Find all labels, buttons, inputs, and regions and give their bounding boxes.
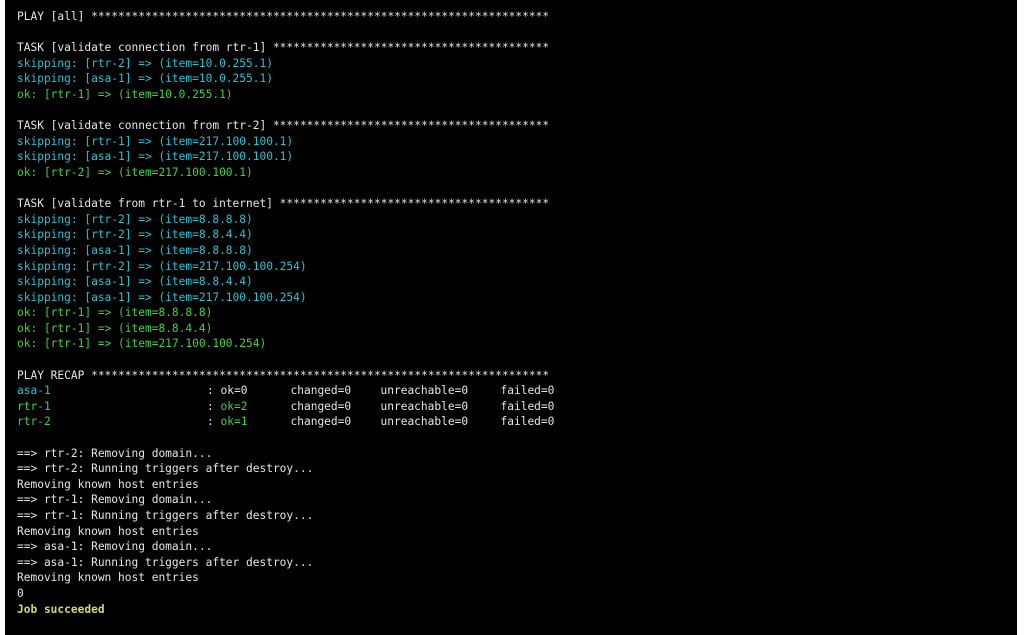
recap-row: rtr-1: ok=2 changed=0 unreachable=0 failed=… <box>17 399 1017 415</box>
terminal-window[interactable]: PLAY [all] *****************************… <box>5 0 1017 635</box>
terminal-line: skipping: [rtr-2] => (item=8.8.4.4) <box>17 228 253 242</box>
recap-host: rtr-1 <box>17 399 51 413</box>
terminal-output: PLAY [all] *****************************… <box>17 9 1017 617</box>
terminal-line: TASK [validate connection from rtr-1] **… <box>17 41 550 55</box>
terminal-line: TASK [validate from rtr-1 to internet] *… <box>17 197 550 211</box>
terminal-line: ==> rtr-1: Running triggers after destro… <box>17 509 314 522</box>
terminal-line: Removing known host entries <box>17 524 199 538</box>
terminal-line: Removing known host entries <box>17 571 199 585</box>
recap-host: rtr-2 <box>17 415 51 429</box>
recap-failed: failed=0 <box>500 415 555 429</box>
recap-unreachable: unreachable=0 <box>380 384 469 398</box>
terminal-line: ok: [rtr-2] => (item=217.100.100.1) <box>17 165 253 179</box>
terminal-line: ok: [rtr-1] => (item=10.0.255.1) <box>17 87 233 101</box>
terminal-line: skipping: [rtr-1] => (item=217.100.100.1… <box>17 134 294 148</box>
job-status: Job succeeded <box>17 602 105 616</box>
recap-ok: ok=2 <box>220 399 248 413</box>
recap-changed: changed=0 <box>290 415 352 429</box>
recap-ok: ok=1 <box>220 415 248 429</box>
terminal-line: ==> rtr-2: Running triggers after destro… <box>17 462 314 476</box>
terminal-line: Removing known host entries <box>17 477 199 491</box>
terminal-line: skipping: [asa-1] => (item=8.8.4.4) <box>17 275 253 289</box>
terminal-line: TASK [validate connection from rtr-2] **… <box>17 119 550 133</box>
recap-ok: ok=0 <box>220 384 248 398</box>
terminal-line: skipping: [rtr-2] => (item=217.100.100.2… <box>17 259 307 273</box>
recap-host: asa-1 <box>17 384 51 398</box>
terminal-line: ok: [rtr-1] => (item=8.8.8.8) <box>17 306 213 320</box>
terminal-line: skipping: [rtr-2] => (item=8.8.8.8) <box>17 212 253 226</box>
terminal-line: ==> asa-1: Running triggers after destro… <box>17 555 314 569</box>
terminal-line: ok: [rtr-1] => (item=8.8.4.4) <box>17 321 213 335</box>
recap-row: rtr-2: ok=1 changed=0 unreachable=0 failed=… <box>17 414 1017 430</box>
terminal-line: ==> asa-1: Removing domain... <box>17 540 213 554</box>
terminal-line: skipping: [rtr-2] => (item=10.0.255.1) <box>17 56 273 70</box>
recap-changed: changed=0 <box>290 384 352 398</box>
recap-unreachable: unreachable=0 <box>380 415 469 429</box>
recap-separator: : <box>207 399 214 413</box>
recap-changed: changed=0 <box>290 399 352 413</box>
recap-failed: failed=0 <box>500 384 555 398</box>
terminal-line: skipping: [asa-1] => (item=10.0.255.1) <box>17 72 273 86</box>
terminal-line: skipping: [asa-1] => (item=217.100.100.2… <box>17 290 307 304</box>
terminal-line: PLAY [all] *****************************… <box>17 10 550 23</box>
recap-row: asa-1: ok=0 changed=0 unreachable=0 failed=… <box>17 383 1017 399</box>
terminal-line: skipping: [asa-1] => (item=8.8.8.8) <box>17 243 253 257</box>
terminal-line: PLAY RECAP *****************************… <box>17 368 550 382</box>
recap-separator: : <box>207 415 214 429</box>
recap-failed: failed=0 <box>500 399 555 413</box>
terminal-line: 0 <box>17 586 24 600</box>
terminal-line: ==> rtr-1: Removing domain... <box>17 493 213 507</box>
recap-unreachable: unreachable=0 <box>380 399 469 413</box>
recap-separator: : <box>207 384 214 398</box>
terminal-line: skipping: [asa-1] => (item=217.100.100.1… <box>17 150 294 164</box>
terminal-line: ok: [rtr-1] => (item=217.100.100.254) <box>17 337 267 351</box>
terminal-line: ==> rtr-2: Removing domain... <box>17 446 213 460</box>
